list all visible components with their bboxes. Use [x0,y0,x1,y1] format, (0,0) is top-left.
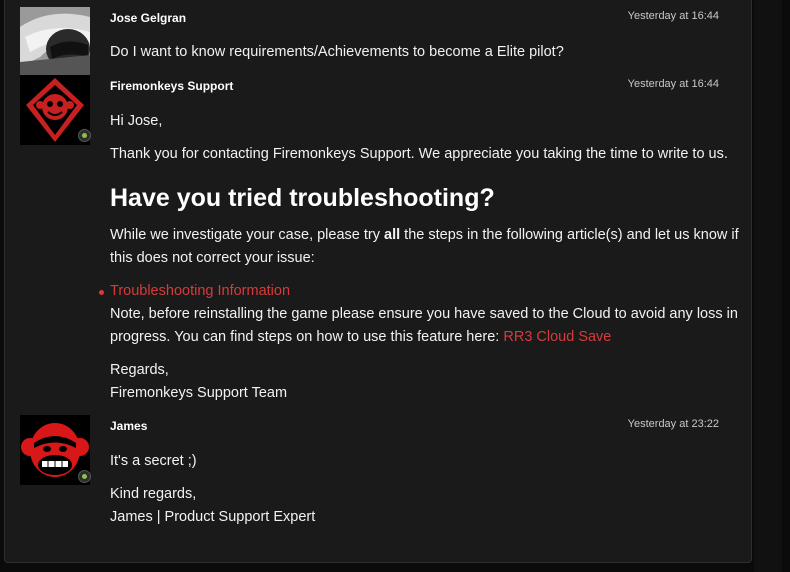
rr3-cloud-save-link[interactable]: RR3 Cloud Save [503,329,611,345]
message-timestamp: Yesterday at 23:22 [627,418,719,430]
agent-badge-icon [78,129,91,142]
signoff-line-1: Regards, [110,362,169,378]
page-scroll-area [754,0,782,572]
message-author[interactable]: Firemonkeys Support [110,79,233,93]
helmet-icon [20,7,90,77]
note-line-2: progress. You can find steps on how to u… [110,326,611,349]
message-intro: Thank you for contacting Firemonkeys Sup… [110,146,728,162]
investigate-paragraph-line2: this does not correct your issue: [110,250,315,266]
troubleshooting-heading: Have you tried troubleshooting? [110,184,495,212]
helmet-avatar[interactable] [20,7,90,77]
signoff-line-2: James | Product Support Expert [110,509,316,525]
signoff-line-1: Kind regards, [110,486,197,502]
conversation-panel: Jose Gelgran Yesterday at 16:44 Do I wan… [4,0,752,563]
message-author[interactable]: James [110,419,147,433]
investigate-text-end: the steps in the following article(s) an… [400,227,739,243]
list-bullet [99,290,104,295]
signoff-line-2: Firemonkeys Support Team [110,385,288,401]
message-body: Do I want to know requirements/Achieveme… [110,44,564,60]
investigate-paragraph: While we investigate your case, please t… [110,224,739,247]
agent-badge-icon [78,470,91,483]
message-timestamp: Yesterday at 16:44 [627,78,719,90]
note-line-1: Note, before reinstalling the game pleas… [110,306,738,322]
message-body: It's a secret ;) [110,453,197,469]
troubleshooting-link-item: Troubleshooting Information [110,280,290,303]
investigate-bold: all [384,227,401,243]
message-greeting: Hi Jose, [110,113,163,129]
investigate-text: While we investigate your case, please t… [110,227,385,243]
troubleshooting-information-link[interactable]: Troubleshooting Information [110,283,290,299]
message-author[interactable]: Jose Gelgran [110,11,186,25]
message-timestamp: Yesterday at 16:44 [627,10,719,22]
note-text: progress. You can find steps on how to u… [110,329,504,345]
